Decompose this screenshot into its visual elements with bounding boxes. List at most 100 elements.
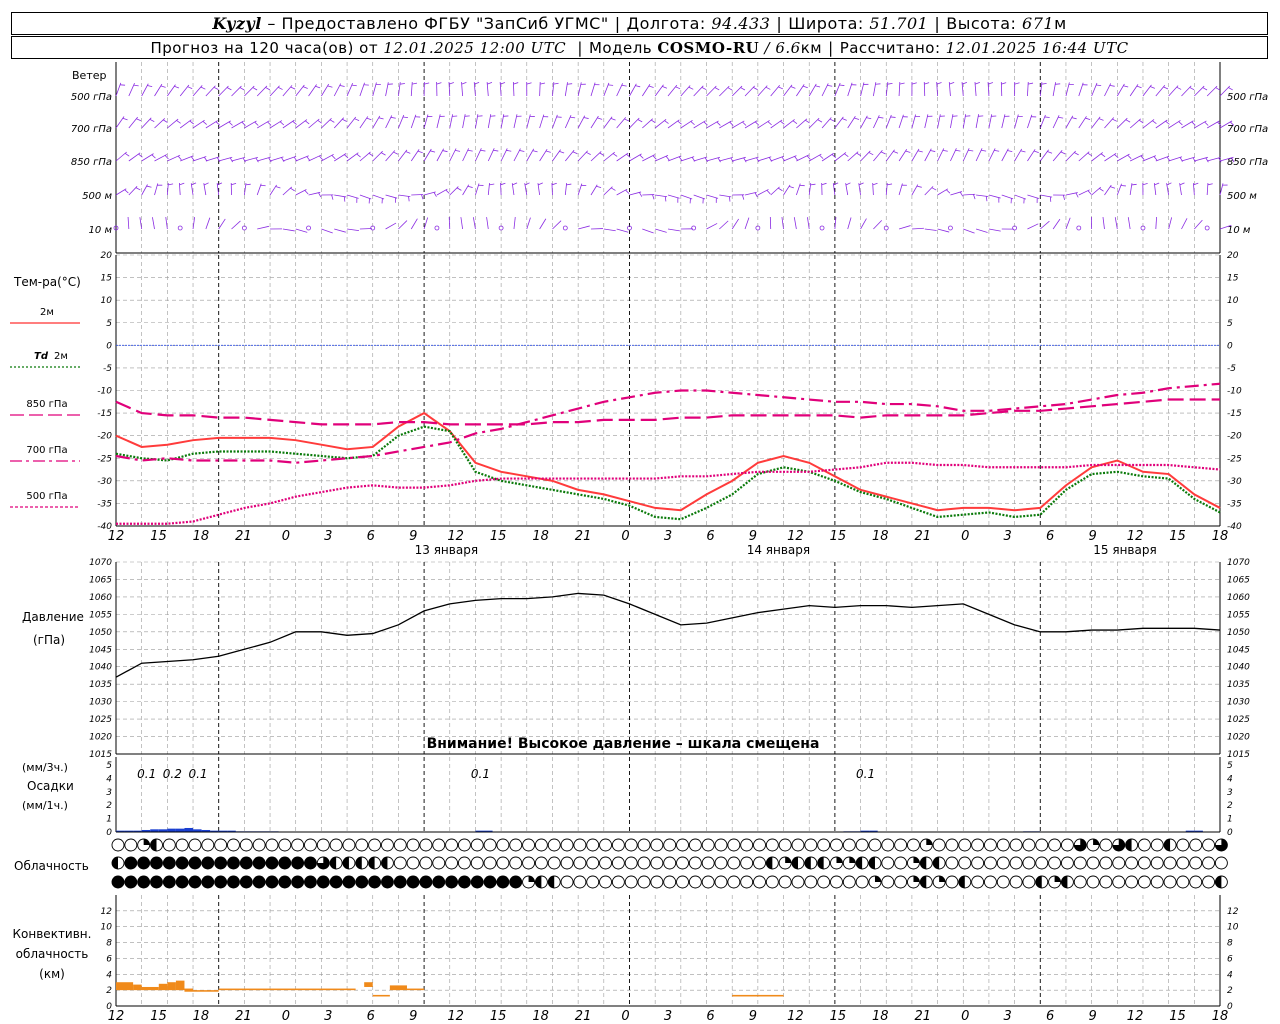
wind-barb-flag — [215, 121, 220, 126]
calm-wind-marker — [819, 225, 825, 231]
wind-barb-flag — [265, 87, 271, 91]
cloud-symbol — [740, 856, 754, 870]
cloud-symbol — [252, 856, 266, 870]
cloud-symbol — [650, 875, 664, 889]
wind-barb — [256, 85, 268, 97]
conv-y-tick-left: 6 — [106, 954, 112, 964]
hour-tick-label-bottom: 9 — [1088, 1009, 1096, 1024]
pressure-y-tick-right: 1050 — [1227, 628, 1250, 638]
cloud-fill — [1054, 876, 1061, 882]
conv-y-tick-left: 10 — [101, 923, 113, 933]
wind-barb-flag — [833, 182, 839, 186]
wind-barb — [834, 82, 841, 97]
cloud-symbol — [137, 875, 151, 889]
cloud-symbol — [855, 838, 869, 852]
day-label: 13 января — [415, 543, 478, 557]
wind-barb-flag — [519, 150, 525, 152]
cloud-fill — [381, 857, 388, 869]
wind-barb-flag — [1014, 82, 1020, 85]
wind-barb-flag — [1100, 153, 1106, 158]
hour-tick-label-bottom: 18 — [872, 1009, 889, 1024]
wind-barb — [552, 220, 562, 230]
wind-barb-flag — [1123, 85, 1129, 88]
wind-barb-flag — [467, 149, 473, 152]
wind-barb-flag — [1163, 86, 1169, 90]
cloud-symbol — [701, 856, 715, 870]
hour-tick-label: 0 — [961, 529, 969, 544]
wind-barb-flag — [327, 85, 333, 88]
wind-barb — [423, 217, 429, 230]
wind-barb-flag — [344, 154, 349, 159]
cloud-fill — [920, 876, 927, 888]
hour-tick-label: 3 — [324, 529, 332, 544]
wind-barb — [911, 227, 924, 230]
cloud-symbol — [983, 875, 997, 889]
wind-barb-flag — [665, 155, 670, 161]
cloud-symbol — [1035, 838, 1049, 852]
wind-barb — [321, 83, 330, 97]
temp-y-tick-left: 15 — [101, 274, 113, 284]
wind-barb-flag — [880, 151, 886, 155]
conv-y-tick-left: 12 — [101, 907, 113, 917]
cloud-fill — [1061, 876, 1068, 888]
cloud-symbol — [1060, 838, 1074, 852]
cloud-symbol — [342, 838, 356, 852]
cloud-symbol — [432, 875, 446, 889]
wind-barb-flag — [981, 149, 987, 152]
cloud-symbol — [817, 875, 831, 889]
wind-barb-flag — [911, 82, 917, 85]
wind-barb-flag — [802, 85, 808, 89]
cloud-symbol — [881, 856, 895, 870]
wind-barb-flag — [304, 120, 310, 125]
pressure-y-tick-right: 1070 — [1227, 558, 1250, 568]
wind-barb — [398, 220, 408, 230]
wind-barb-flag — [827, 84, 833, 87]
cloud-symbol — [894, 875, 908, 889]
precip-unit3: (мм/3ч.) — [22, 761, 68, 774]
temp-y-tick-left: 0 — [106, 341, 112, 351]
wind-barb-flag — [467, 185, 473, 188]
hour-tick-label-bottom: 21 — [575, 1009, 592, 1024]
wind-barb — [359, 82, 365, 97]
wind-barb-flag — [1087, 152, 1093, 157]
cloud-symbol — [419, 838, 433, 852]
wind-barb-flag — [597, 117, 603, 120]
cloud-symbol — [162, 856, 176, 870]
cloud-symbol — [150, 875, 163, 889]
wind-barb-flag — [1033, 150, 1039, 153]
wind-barb-flag — [690, 121, 695, 126]
wind-barb-flag — [455, 149, 461, 152]
wind-barb-flag — [942, 149, 948, 152]
cloud-symbol — [355, 875, 369, 889]
cloud-fill — [785, 857, 792, 863]
cloud-symbol — [457, 875, 471, 889]
wind-barb-flag — [506, 149, 512, 152]
wind-barb-flag — [664, 196, 667, 202]
cloud-symbol — [534, 838, 548, 852]
wind-barb — [860, 218, 867, 230]
cloud-symbol — [586, 856, 600, 870]
cloud-symbol — [329, 875, 343, 889]
temp-legend-label: Td — [34, 351, 49, 362]
wind-barb-flag — [648, 85, 654, 88]
hour-tick-label: 21 — [914, 529, 931, 544]
wind-barb — [115, 116, 125, 129]
cloud-symbol — [1099, 838, 1113, 852]
hour-tick-label-bottom: 6 — [1046, 1009, 1054, 1024]
cloud-symbol — [945, 856, 959, 870]
precip-y-tick-left: 0 — [106, 828, 112, 838]
temp-legend-label: 2м — [40, 307, 54, 318]
cloud-symbol — [162, 875, 176, 889]
wind-barb — [564, 82, 568, 97]
hour-tick-label: 0 — [621, 529, 629, 544]
cloud-symbol — [1189, 875, 1203, 889]
cloud-symbol — [393, 856, 407, 870]
cloud-fill — [817, 857, 824, 869]
wind-barb-flag — [973, 194, 976, 200]
cloud-symbol — [945, 838, 959, 852]
wind-barb — [731, 218, 740, 230]
cloud-fill — [920, 857, 927, 869]
wind-barb-flag — [868, 152, 874, 156]
cloud-symbol — [201, 856, 215, 870]
wind-barb — [770, 186, 780, 196]
